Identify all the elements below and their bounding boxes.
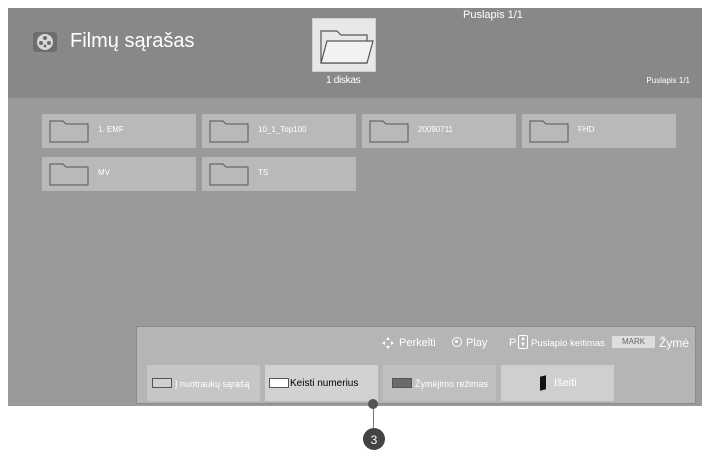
color-key-swatch (269, 378, 289, 388)
folder-item[interactable]: 10_1_Top100 (202, 114, 356, 148)
to-photo-list-button[interactable]: Į nuotraukų sąrašą (147, 365, 260, 401)
page-up-down-icon: ▲ ▼ (518, 335, 528, 349)
folder-item[interactable]: MV (42, 157, 196, 191)
folder-name: FHD (578, 125, 595, 134)
folder-name: 10_1_Top100 (258, 125, 307, 134)
folder-icon (49, 120, 89, 143)
folder-name: TS (258, 168, 269, 177)
folder-icon (369, 120, 409, 143)
disk-folder-icon[interactable] (312, 18, 376, 72)
callout-dot (368, 399, 378, 409)
button-label: Į nuotraukų sąrašą (175, 379, 250, 389)
page-indicator-top: Puslapis 1/1 (463, 9, 523, 21)
select-mode-button[interactable]: Žymėjimo režimas (383, 365, 496, 401)
arrows-icon (382, 336, 394, 349)
folder-item[interactable]: FHD (522, 114, 676, 148)
folder-item[interactable]: 1. EMF (42, 114, 196, 148)
tv-screen: Filmų sąrašas 1 diskas Puslapis 1/1 Pusl… (8, 8, 702, 406)
ok-button-icon (452, 337, 462, 347)
hint-mark: Žymė (659, 336, 689, 350)
button-label: Išeiti (554, 377, 577, 389)
mark-key-badge: MARK (612, 336, 655, 348)
folder-icon (209, 120, 249, 143)
folder-icon (529, 120, 569, 143)
footer-panel: Perkelti Play P ▲ ▼ Puslapio keitimas MAR… (136, 326, 696, 404)
button-label: Keisti numerius (290, 378, 359, 389)
color-key-swatch (392, 378, 412, 388)
renumber-button[interactable]: Keisti numerius (265, 365, 378, 401)
color-key-swatch (152, 378, 172, 388)
exit-button[interactable]: Išeiti (501, 365, 614, 401)
folder-item[interactable]: 20090711 (362, 114, 516, 148)
header-bar: Filmų sąrašas 1 diskas Puslapis 1/1 Pusl… (8, 8, 702, 98)
folder-icon (49, 163, 89, 186)
hint-page-change: Puslapio keitimas (531, 338, 605, 349)
hint-move: Perkelti (399, 337, 436, 349)
hint-p-key: P (509, 337, 517, 349)
page-indicator: Puslapis 1/1 (646, 76, 690, 85)
hint-play: Play (466, 337, 488, 349)
button-label: Žymėjimo režimas (415, 379, 489, 389)
folder-name: 1. EMF (98, 125, 124, 134)
exit-icon (540, 375, 546, 391)
film-reel-icon (32, 29, 58, 55)
callout-number: 3 (363, 428, 385, 450)
folder-name: MV (98, 168, 110, 177)
page-title: Filmų sąrašas (70, 30, 195, 52)
folder-icon (209, 163, 249, 186)
folder-item[interactable]: TS (202, 157, 356, 191)
folder-name: 20090711 (418, 125, 453, 134)
disk-label: 1 diskas (326, 75, 361, 86)
